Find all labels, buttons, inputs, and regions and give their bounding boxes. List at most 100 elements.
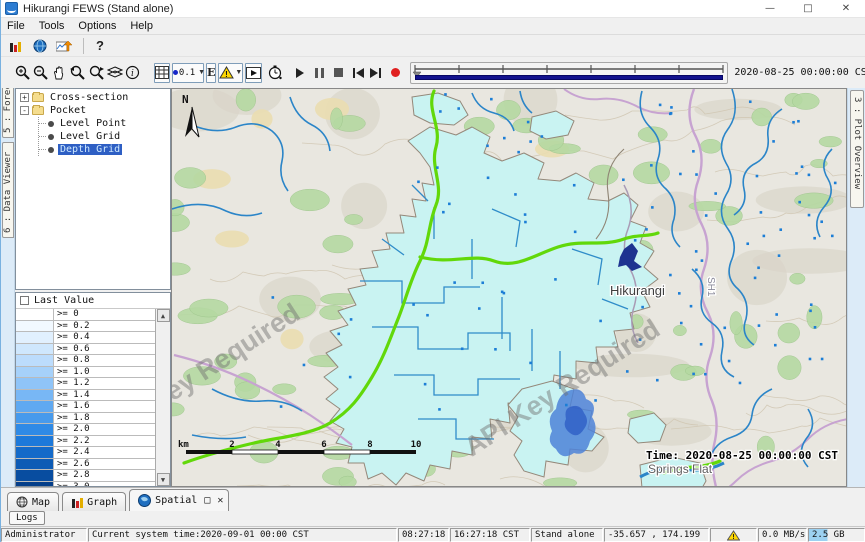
last-value-label: Last Value [34, 295, 94, 306]
legend-row[interactable]: >= 1.4 [16, 390, 155, 402]
legend-row[interactable]: >= 2.6 [16, 459, 155, 471]
database-explorer-icon[interactable] [5, 36, 27, 56]
tab-graph[interactable]: Graph [62, 492, 126, 511]
svg-text:8: 8 [367, 440, 372, 450]
globe-map-icon[interactable] [29, 36, 51, 56]
collapse-icon[interactable]: - [20, 106, 29, 115]
help-icon[interactable]: ? [90, 38, 110, 53]
tree-item-level-point[interactable]: Level Point [39, 117, 170, 130]
tab-map[interactable]: Map [7, 492, 59, 511]
legend-row[interactable]: >= 2.8 [16, 470, 155, 482]
grid-display-button[interactable] [154, 63, 170, 83]
zoom-in-icon[interactable] [15, 63, 31, 83]
bottom-tab-bar: Map Graph Spatial □ ✕ [1, 487, 865, 511]
legend-toggle-button[interactable]: E [206, 63, 216, 83]
legend-row[interactable]: >= 1.8 [16, 413, 155, 425]
legend-row[interactable]: >= 0 [16, 309, 155, 321]
tab-forecast[interactable]: 5 : Forecast [2, 88, 14, 138]
bullet-icon [48, 134, 54, 140]
layers-icon[interactable] [107, 63, 123, 83]
zoom-next-icon[interactable] [88, 63, 105, 83]
tab-maximize-icon[interactable]: □ [204, 495, 210, 506]
legend-swatch [16, 459, 54, 470]
legend-rows: >= 0>= 0.2>= 0.4>= 0.6>= 0.8>= 1.0>= 1.2… [16, 309, 156, 486]
skip-to-end-button[interactable] [370, 63, 381, 83]
legend-row[interactable]: >= 1.2 [16, 378, 155, 390]
svg-text:4: 4 [275, 440, 281, 450]
status-memory: 2.5 GB [808, 528, 865, 542]
legend-row[interactable]: >= 2.0 [16, 424, 155, 436]
value-threshold-dropdown[interactable]: 0.1▼ [172, 63, 204, 83]
svg-text:6: 6 [321, 440, 326, 450]
legend-scrollbar[interactable]: ▲ ▼ [156, 309, 170, 486]
place-label-hikurangi: Hikurangi [610, 283, 665, 298]
tab-spatial[interactable]: Spatial □ ✕ [129, 489, 229, 511]
minimize-button[interactable]: — [751, 0, 789, 17]
title-bar[interactable]: Hikurangi FEWS (Stand alone) — □ ✕ [1, 0, 865, 18]
current-map-datetime: 2020-08-25 00:00:00 CST [734, 67, 865, 78]
legend-row[interactable]: >= 3.0 [16, 482, 155, 487]
map-canvas[interactable]: API Key Required API Key Required Hikura… [172, 89, 847, 487]
legend-swatch [16, 447, 54, 458]
menu-file[interactable]: File [7, 20, 25, 32]
expand-icon[interactable]: + [20, 93, 29, 102]
play-button[interactable] [295, 63, 305, 83]
warning-dropdown[interactable]: ! ▼ [218, 63, 243, 83]
map-time-label: Time: 2020-08-25 00:00:00 CST [646, 449, 838, 462]
scroll-up-icon[interactable]: ▲ [157, 309, 170, 322]
animation-export-button[interactable] [245, 63, 262, 83]
tab-data-viewer[interactable]: 6 : Data Viewer [2, 142, 14, 238]
maximize-button[interactable]: □ [789, 0, 827, 17]
status-warning-cell[interactable]: ! [710, 528, 757, 542]
legend-row[interactable]: >= 0.8 [16, 355, 155, 367]
globe-wire-icon [16, 496, 28, 508]
left-tab-strip: 5 : Forecast 6 : Data Viewer [1, 88, 15, 487]
legend-row-label: >= 0.6 [54, 344, 155, 355]
tree-item-level-grid[interactable]: Level Grid [39, 130, 170, 143]
legend-swatch [16, 309, 54, 320]
skip-to-start-button[interactable] [353, 63, 364, 83]
menu-options[interactable]: Options [78, 20, 116, 32]
record-button[interactable] [391, 63, 400, 83]
menu-help[interactable]: Help [130, 20, 153, 32]
svg-text:N: N [182, 93, 189, 106]
legend-row-label: >= 0 [54, 309, 155, 320]
tree-item-label: Cross-section [48, 92, 130, 103]
close-button[interactable]: ✕ [827, 0, 865, 17]
logs-button[interactable]: Logs [9, 511, 45, 525]
legend-row[interactable]: >= 2.2 [16, 436, 155, 448]
svg-text:!: ! [226, 70, 229, 79]
tree-item-depth-grid[interactable]: Depth Grid [39, 143, 170, 156]
legend-row[interactable]: >= 2.4 [16, 447, 155, 459]
legend-row-label: >= 1.6 [54, 401, 155, 412]
svg-text:2: 2 [229, 440, 234, 450]
last-value-checkbox[interactable] [20, 296, 29, 305]
legend-row[interactable]: >= 0.4 [16, 332, 155, 344]
spatial-display-icon[interactable] [53, 36, 75, 56]
legend-swatch [16, 413, 54, 424]
legend-row[interactable]: >= 0.2 [16, 321, 155, 333]
tree-item-cross-section[interactable]: + Cross-section [16, 91, 170, 104]
legend-row[interactable]: >= 0.6 [16, 344, 155, 356]
tab-plot-overview[interactable]: 3 : Plot Overview [850, 90, 864, 208]
pan-hand-icon[interactable] [51, 63, 67, 83]
legend-row[interactable]: >= 1.6 [16, 401, 155, 413]
folder-icon [32, 93, 44, 102]
menu-tools[interactable]: Tools [39, 20, 65, 32]
tree-item-pocket[interactable]: - Pocket [16, 104, 170, 117]
legend-row-label: >= 3.0 [54, 482, 155, 487]
legend-row[interactable]: >= 1.0 [16, 367, 155, 379]
legend-swatch [16, 367, 54, 378]
zoom-previous-icon[interactable] [69, 63, 86, 83]
tab-close-icon[interactable]: ✕ [217, 495, 223, 506]
filter-tree[interactable]: + Cross-section - Pocket Level Point [15, 88, 171, 290]
time-slider[interactable] [410, 62, 728, 84]
scroll-down-icon[interactable]: ▼ [157, 473, 170, 486]
zoom-out-icon[interactable] [33, 63, 49, 83]
stop-button[interactable] [334, 63, 343, 83]
timestep-clock-icon[interactable] [268, 63, 283, 83]
legend-swatch [16, 378, 54, 389]
legend-swatch [16, 424, 54, 435]
pause-button[interactable] [315, 63, 324, 83]
info-icon[interactable]: i [125, 63, 140, 83]
